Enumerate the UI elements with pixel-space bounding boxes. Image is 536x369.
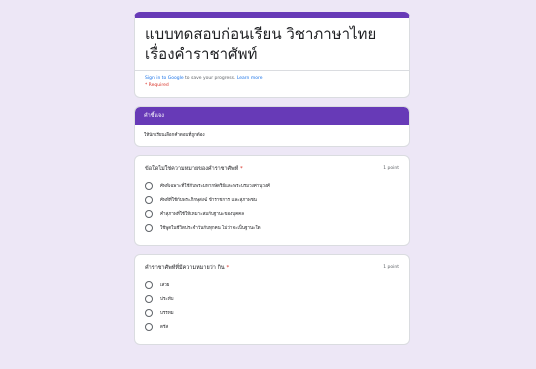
required-asterisk: * (226, 265, 230, 271)
section-card: คำชี้แจง ให้นักเรียนเลือกคำตอบที่ถูกต้อง (134, 106, 410, 147)
radio-option[interactable]: คำสุภาพที่ใช้ให้เหมาะสมกับฐานะของบุคคล (145, 209, 399, 218)
learn-more-link[interactable]: Learn more (237, 76, 263, 81)
title-divider (135, 70, 409, 71)
question-points: 1 point (383, 166, 399, 171)
signin-note: Sign in to Google to save your progress.… (145, 75, 399, 82)
form-title: แบบทดสอบก่อนเรียน วิชาภาษาไทย เรื่องคำรา… (145, 25, 377, 63)
question-text: คำราชาศัพท์ที่มีความหมายว่า กิน * (145, 264, 229, 272)
radio-button[interactable] (145, 223, 153, 232)
section-description: ให้นักเรียนเลือกคำตอบที่ถูกต้อง (144, 133, 205, 138)
signin-rest-text: to save your progress. (185, 76, 236, 81)
radio-option-label: ใช้พูดในชีวิตประจำวันกับทุกคน ไม่ว่าจะเป… (160, 226, 261, 231)
radio-button[interactable] (145, 308, 153, 317)
radio-button[interactable] (145, 195, 153, 204)
radio-option-label: ศัพท์ที่ใช้กับพระภิกษุสงฆ์ ข้าราชการ และ… (160, 198, 257, 203)
radio-button[interactable] (145, 209, 153, 218)
required-note: * Required (145, 83, 169, 88)
radio-option[interactable]: ประทับ (145, 294, 399, 303)
question-card-1: ข้อใดไม่ใช่ความหมายของคำราชาศัพท์ * 1 po… (134, 155, 410, 246)
required-asterisk: * (240, 166, 243, 172)
radio-button[interactable] (145, 322, 153, 331)
radio-option-label: คำสุภาพที่ใช้ให้เหมาะสมกับฐานะของบุคคล (160, 212, 244, 217)
signin-link[interactable]: Sign in to Google (145, 76, 184, 81)
radio-option[interactable]: บรรทม (145, 308, 399, 317)
question-text: ข้อใดไม่ใช่ความหมายของคำราชาศัพท์ * (145, 165, 243, 173)
radio-option[interactable]: ใช้พูดในชีวิตประจำวันกับทุกคน ไม่ว่าจะเป… (145, 223, 399, 232)
radio-option[interactable]: ศัพท์ที่ใช้กับพระภิกษุสงฆ์ ข้าราชการ และ… (145, 195, 399, 204)
form-column: แบบทดสอบก่อนเรียน วิชาภาษาไทย เรื่องคำรา… (134, 12, 410, 353)
radio-button[interactable] (145, 181, 153, 190)
section-header: คำชี้แจง (135, 107, 409, 125)
question-label: คำราชาศัพท์ที่มีความหมายว่า กิน (145, 265, 225, 271)
question-header: ข้อใดไม่ใช่ความหมายของคำราชาศัพท์ * 1 po… (145, 165, 399, 173)
radio-option-label: เสวย (160, 283, 170, 288)
question-header: คำราชาศัพท์ที่มีความหมายว่า กิน * 1 poin… (145, 264, 399, 272)
radio-option[interactable]: ตรัส (145, 322, 399, 331)
radio-option-label: ประทับ (160, 297, 174, 302)
radio-option-label: ศัพท์เฉพาะที่ใช้กับพระมหากษัตริย์และพระบ… (160, 184, 270, 189)
radio-option[interactable]: ศัพท์เฉพาะที่ใช้กับพระมหากษัตริย์และพระบ… (145, 181, 399, 190)
radio-button[interactable] (145, 280, 153, 289)
question-card-2: คำราชาศัพท์ที่มีความหมายว่า กิน * 1 poin… (134, 254, 410, 345)
question-label: ข้อใดไม่ใช่ความหมายของคำราชาศัพท์ (145, 166, 239, 172)
radio-option-label: ตรัส (160, 325, 169, 330)
radio-option[interactable]: เสวย (145, 280, 399, 289)
radio-option-label: บรรทม (160, 311, 174, 316)
form-title-card: แบบทดสอบก่อนเรียน วิชาภาษาไทย เรื่องคำรา… (134, 12, 410, 98)
question-points: 1 point (383, 265, 399, 270)
radio-button[interactable] (145, 294, 153, 303)
